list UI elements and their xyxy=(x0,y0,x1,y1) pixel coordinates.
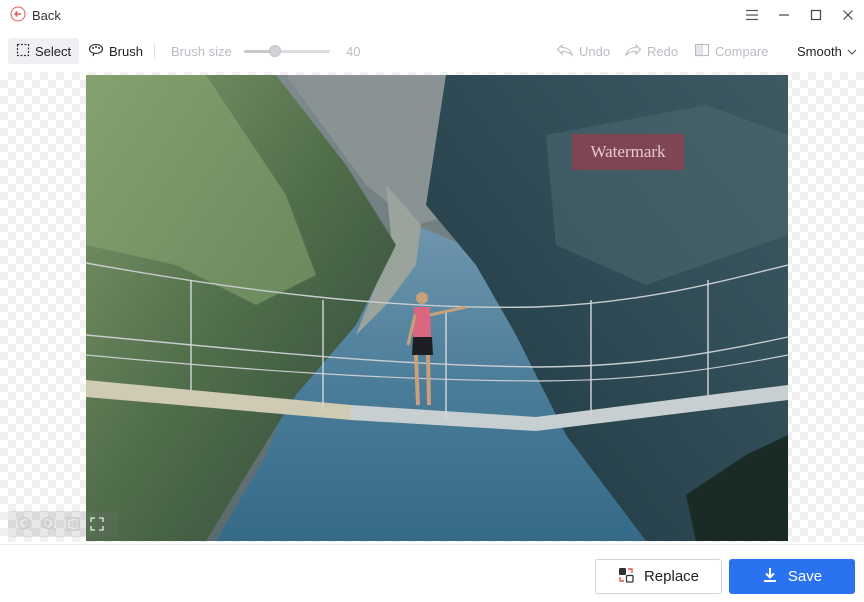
download-icon xyxy=(762,567,778,587)
replace-label: Replace xyxy=(643,568,700,585)
replace-icon xyxy=(618,567,634,587)
menu-icon[interactable] xyxy=(736,1,768,29)
save-label: Save xyxy=(787,568,823,585)
brush-size-label: Brush size xyxy=(171,44,232,59)
brush-size-slider-handle[interactable] xyxy=(269,45,281,57)
back-button[interactable]: Back xyxy=(10,5,61,25)
brush-size-slider[interactable] xyxy=(244,45,330,57)
zoom-in-icon[interactable] xyxy=(40,515,58,533)
mode-label: Smooth xyxy=(797,43,842,59)
zoom-out-icon[interactable] xyxy=(16,515,34,533)
compare-icon xyxy=(694,43,710,60)
zoom-toolbar xyxy=(8,511,118,537)
brush-tool-button[interactable]: Brush xyxy=(80,38,151,64)
minimize-icon[interactable] xyxy=(768,1,800,29)
bottom-divider xyxy=(0,544,864,545)
chevron-down-icon xyxy=(847,44,857,59)
actual-size-icon[interactable] xyxy=(64,515,82,533)
watermark-overlay[interactable]: Watermark xyxy=(572,134,684,170)
redo-button[interactable]: Redo xyxy=(616,38,686,64)
undo-icon xyxy=(556,43,574,60)
select-tool-button[interactable]: Select xyxy=(8,38,80,64)
brush-size-value: 40 xyxy=(346,44,361,59)
compare-label: Compare xyxy=(715,43,769,59)
redo-label: Redo xyxy=(647,43,679,59)
compare-button[interactable]: Compare xyxy=(686,38,776,64)
toolbar-divider xyxy=(154,43,155,59)
redo-icon xyxy=(624,43,642,60)
photo-canvas[interactable]: Watermark xyxy=(86,75,788,541)
close-icon[interactable] xyxy=(832,1,864,29)
watermark-text: Watermark xyxy=(590,142,666,161)
brush-icon xyxy=(88,43,104,60)
save-button[interactable]: Save xyxy=(729,559,855,594)
replace-button[interactable]: Replace xyxy=(595,559,722,594)
undo-label: Undo xyxy=(579,43,611,59)
toolbar: Select Brush Brush size 40 Undo Redo Com… xyxy=(0,34,864,68)
select-label: Select xyxy=(35,43,72,59)
mode-dropdown[interactable]: Smooth xyxy=(789,38,864,64)
brush-label: Brush xyxy=(109,43,143,59)
select-icon xyxy=(16,43,30,60)
fit-screen-icon[interactable] xyxy=(88,515,106,533)
back-arrow-icon xyxy=(10,6,26,25)
back-label: Back xyxy=(32,7,61,23)
undo-button[interactable]: Undo xyxy=(548,38,618,64)
title-bar: Back xyxy=(0,0,864,30)
maximize-icon[interactable] xyxy=(800,1,832,29)
